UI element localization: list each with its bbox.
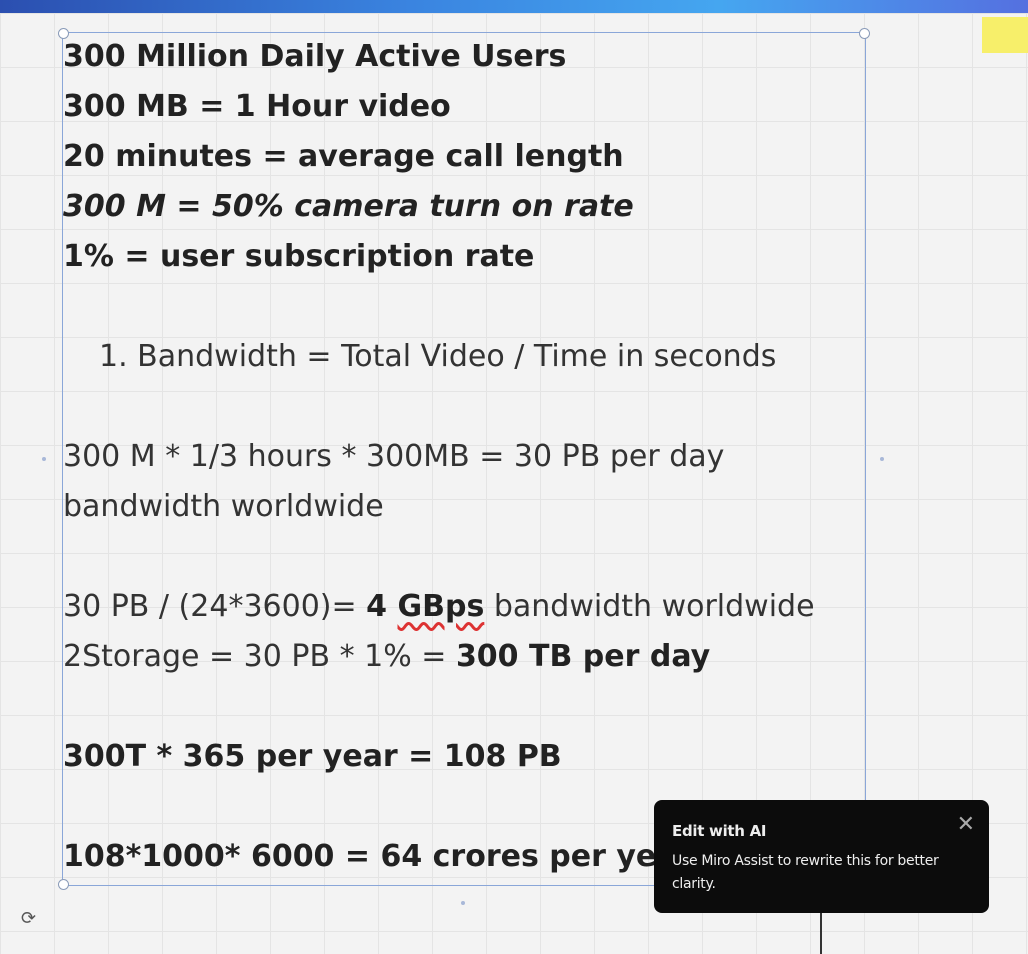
text-segment: 300T * 365 per year = 108 PB — [63, 739, 562, 774]
text-segment: 108*1000* 6000 = 64 crores per year — [63, 839, 692, 874]
text-segment: 20 minutes = average call length — [63, 139, 624, 174]
text-segment: 1% = user subscription rate — [63, 239, 535, 274]
connector-line — [820, 913, 822, 954]
text-segment: 300 MB = 1 Hour video — [63, 89, 451, 124]
text-line: 20 minutes = average call length — [63, 132, 883, 182]
sticky-note[interactable] — [982, 17, 1028, 53]
popup-body: Use Miro Assist to rewrite this for bett… — [672, 853, 939, 892]
text-segment: 4 — [366, 589, 398, 624]
text-line: 300 M * 1/3 hours * 300MB = 30 PB per da… — [63, 432, 883, 482]
text-line: 30 PB / (24*3600)= 4 GBps bandwidth worl… — [63, 582, 883, 632]
top-toolbar-bar — [0, 0, 1028, 13]
spellcheck-word[interactable]: GBps — [398, 589, 485, 624]
text-segment: 1. Bandwidth = Total Video / Time in sec… — [99, 339, 777, 374]
text-segment: 300 M = 50% camera turn on rate — [63, 189, 634, 224]
text-line: 1. Bandwidth = Total Video / Time in sec… — [63, 332, 883, 382]
rotate-icon[interactable]: ⟳ — [21, 908, 36, 929]
edit-with-ai-popup[interactable]: Edit with AI Use Miro Assist to rewrite … — [654, 800, 989, 913]
text-segment: 300 Million Daily Active Users — [63, 39, 567, 74]
text-segment: 300 M * 1/3 hours * 300MB = 30 PB per da… — [63, 439, 725, 474]
text-segment: bandwidth worldwide — [484, 589, 815, 624]
text-segment: 2Storage = 30 PB * 1% = — [63, 639, 456, 674]
text-line: 2Storage = 30 PB * 1% = 300 TB per day — [63, 632, 883, 682]
connector-dot-bottom[interactable] — [461, 901, 465, 905]
text-line: 300 M = 50% camera turn on rate — [63, 182, 883, 232]
text-block[interactable]: 300 Million Daily Active Users 300 MB = … — [63, 32, 883, 882]
text-line: 1% = user subscription rate — [63, 232, 883, 282]
text-line: 300 MB = 1 Hour video — [63, 82, 883, 132]
text-line: 300 Million Daily Active Users — [63, 32, 883, 82]
text-line: 300T * 365 per year = 108 PB — [63, 732, 883, 782]
text-segment: 300 TB per day — [455, 639, 711, 674]
text-segment: bandwidth worldwide — [63, 489, 384, 524]
popup-title: Edit with AI — [672, 822, 767, 840]
connector-dot-left[interactable] — [42, 457, 46, 461]
close-icon[interactable]: ✕ — [957, 812, 975, 837]
text-line: bandwidth worldwide — [63, 482, 883, 532]
text-segment: 30 PB / (24*3600)= — [63, 589, 367, 624]
